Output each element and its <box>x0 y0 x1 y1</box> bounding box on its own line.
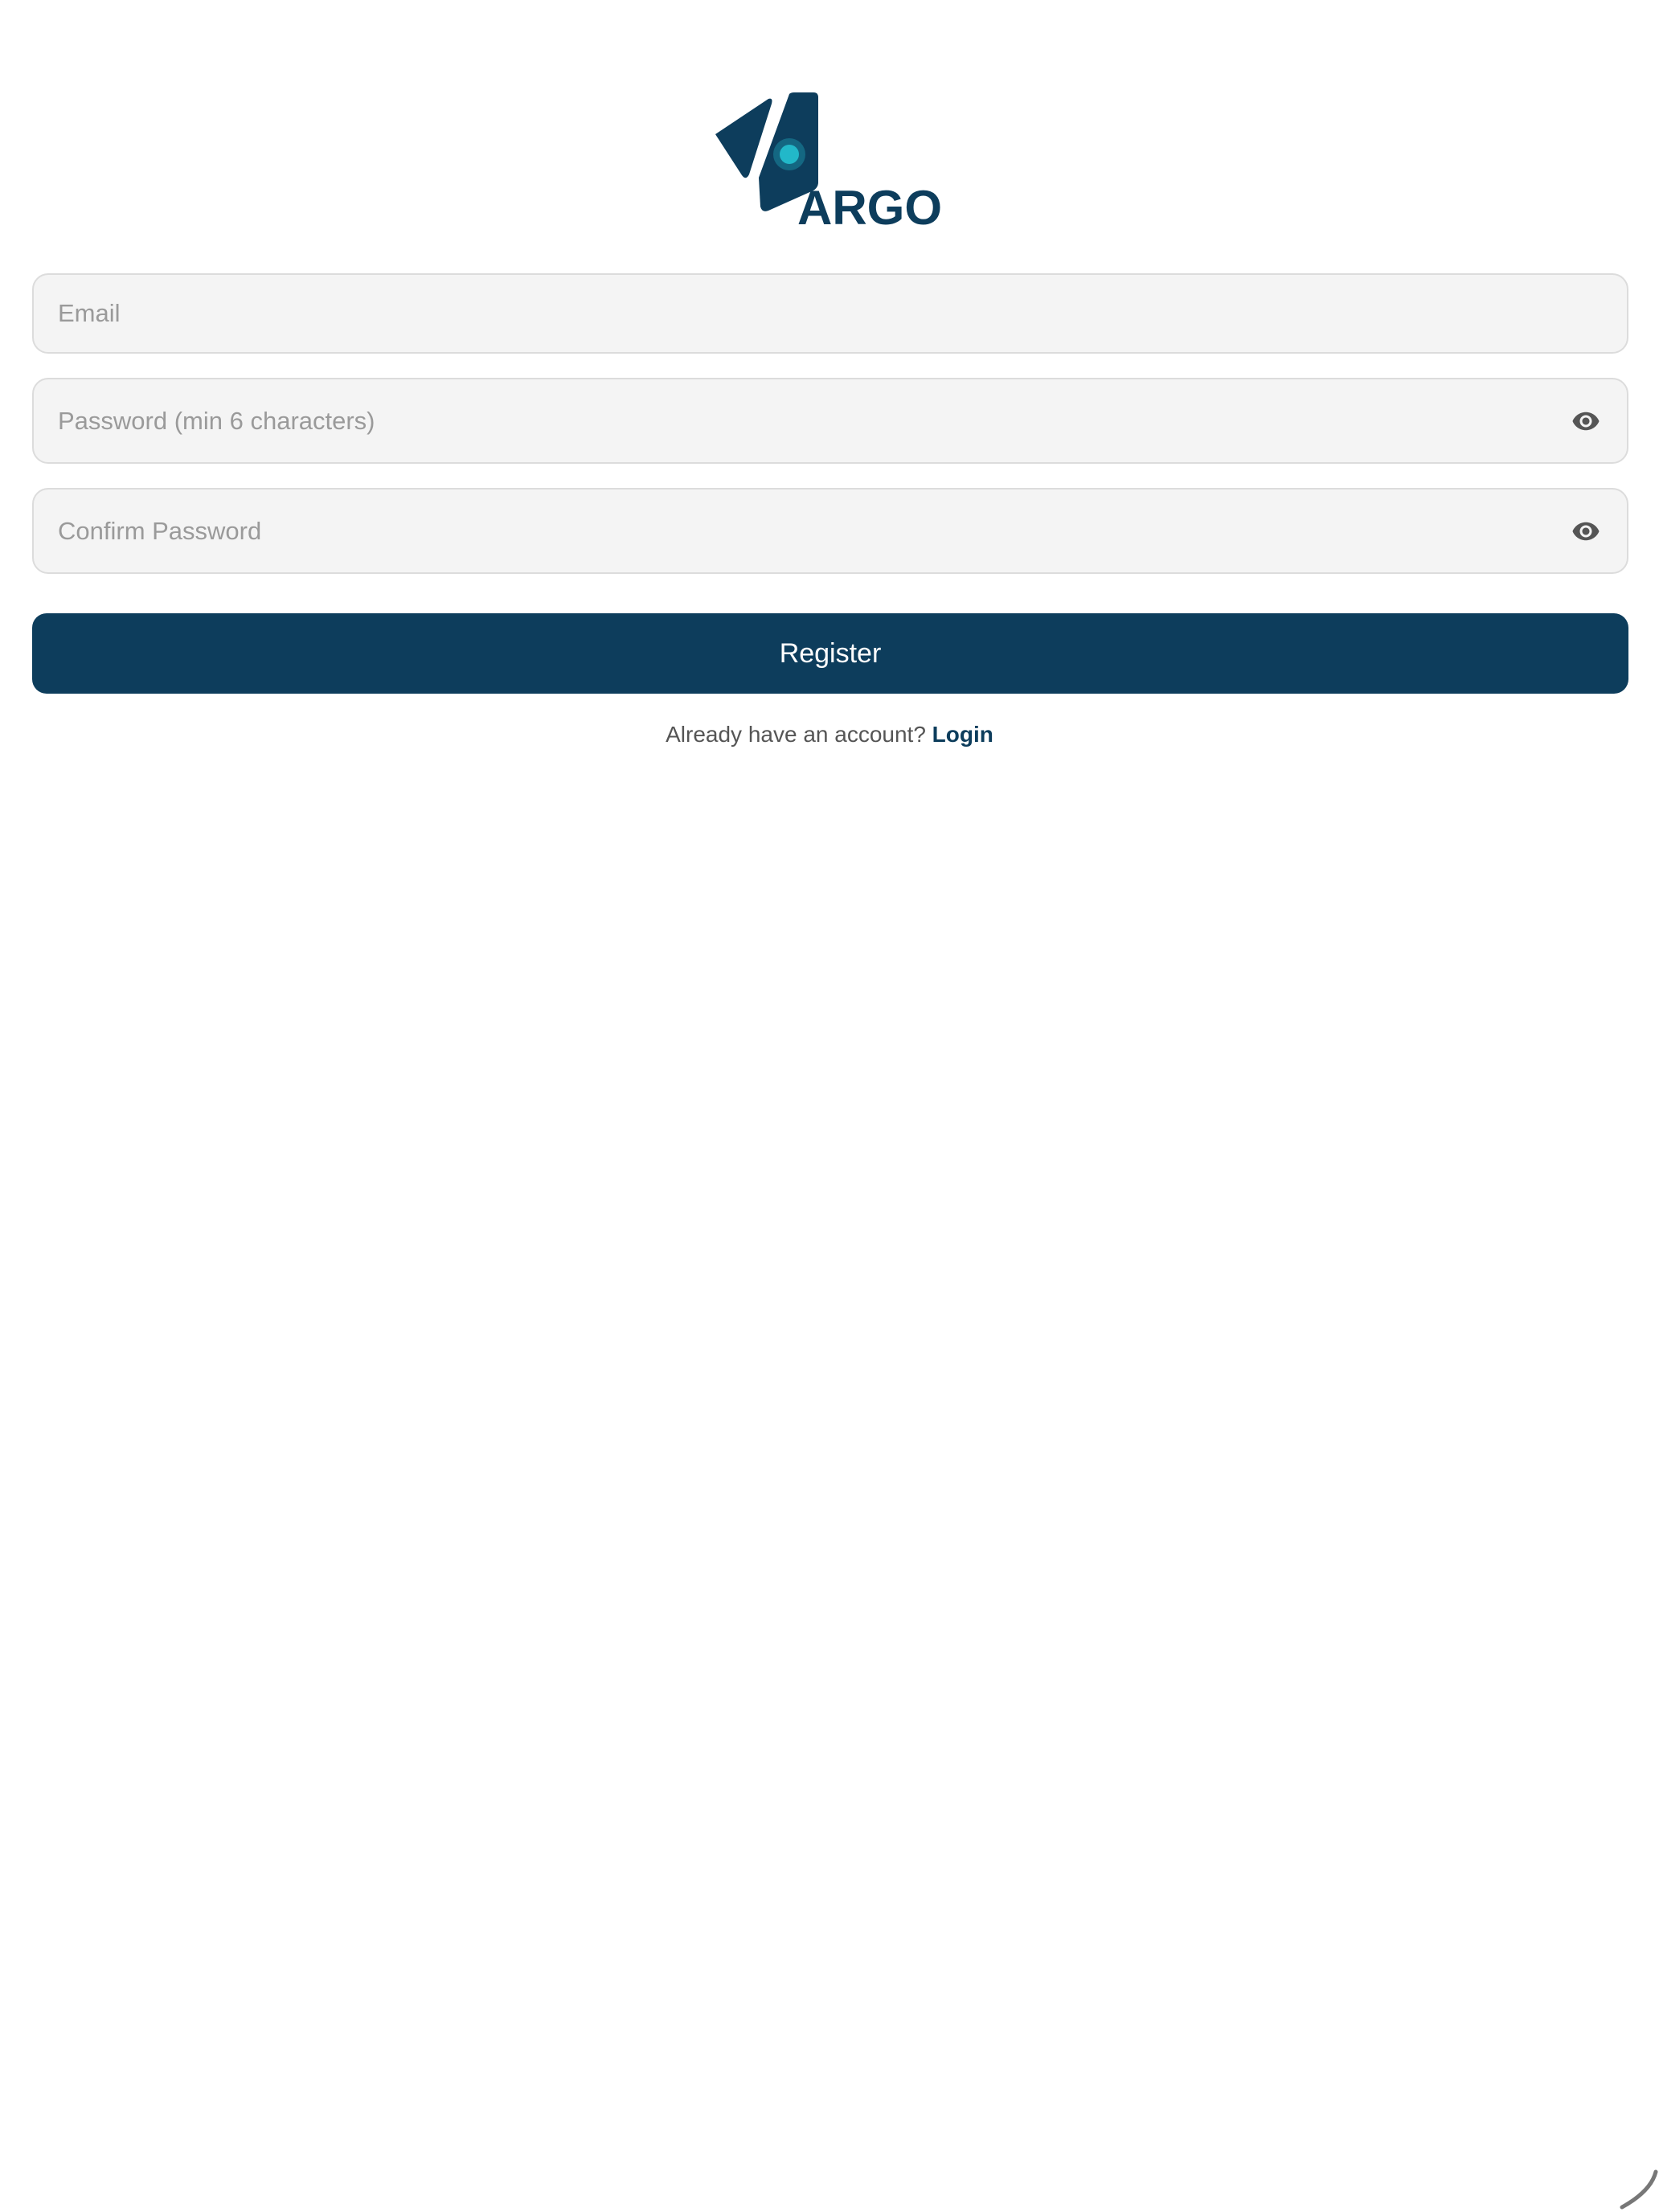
login-link[interactable]: Login <box>932 722 993 747</box>
login-prompt: Already have an account? Login <box>0 722 1659 748</box>
login-prompt-text: Already have an account? <box>666 722 926 747</box>
password-input[interactable] <box>58 379 1553 462</box>
email-input[interactable] <box>58 275 1553 352</box>
spinner-icon <box>1620 2169 1658 2210</box>
eye-icon[interactable] <box>1571 407 1601 436</box>
eye-icon[interactable] <box>1571 517 1601 546</box>
password-field[interactable] <box>32 378 1628 464</box>
email-field[interactable] <box>32 273 1628 354</box>
confirm-password-input[interactable] <box>58 490 1553 572</box>
register-screen: ARGO Register Already have an account? L… <box>0 0 1659 2212</box>
argo-logo: ARGO <box>715 92 942 229</box>
register-button[interactable]: Register <box>32 613 1628 694</box>
svg-text:ARGO: ARGO <box>797 181 942 229</box>
confirm-password-field[interactable] <box>32 488 1628 574</box>
